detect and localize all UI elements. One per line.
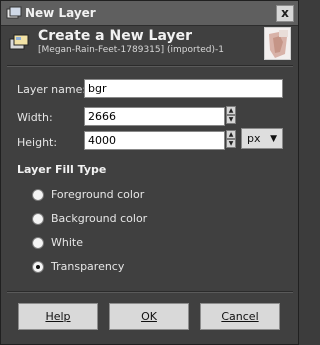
layer-icon xyxy=(6,6,22,19)
thumbnail-graphic xyxy=(265,28,290,59)
chevron-down-icon[interactable]: ▼ xyxy=(226,115,236,124)
chevron-up-icon[interactable]: ▲ xyxy=(226,130,236,139)
dialog-heading: Create a New Layer xyxy=(38,28,192,44)
ok-button[interactable]: OK xyxy=(109,303,189,330)
fill-option-label: Foreground color xyxy=(51,188,145,201)
image-name: [Megan-Rain-Feet-1789315] (imported)-1 xyxy=(38,45,224,55)
new-layer-icon xyxy=(9,34,29,50)
chevron-up-icon[interactable]: ▲ xyxy=(226,106,236,115)
image-thumbnail xyxy=(264,27,291,60)
close-button[interactable]: x xyxy=(276,5,294,22)
fill-option-label: Transparency xyxy=(51,260,125,273)
fill-type-heading: Layer Fill Type xyxy=(17,163,107,176)
help-button[interactable]: Help xyxy=(18,303,98,330)
radio-button[interactable] xyxy=(32,213,44,225)
close-icon: x xyxy=(281,6,289,20)
window-title: New Layer xyxy=(25,6,96,20)
title-bar[interactable]: New Layer x xyxy=(1,1,298,26)
height-input[interactable]: 4000 xyxy=(84,131,225,150)
new-layer-dialog: New Layer x Create a New Layer [Megan-Ra… xyxy=(0,0,299,345)
height-label: Height: xyxy=(17,136,58,149)
fill-option-label: White xyxy=(51,236,83,249)
cancel-button[interactable]: Cancel xyxy=(200,303,280,330)
radio-button-selected[interactable] xyxy=(32,261,44,273)
ok-button-label: OK xyxy=(141,310,157,323)
width-spinner[interactable]: ▲ ▼ xyxy=(226,106,236,125)
dropdown-arrow-icon: ▼ xyxy=(270,134,277,144)
button-separator xyxy=(7,291,293,293)
help-button-label: Help xyxy=(45,310,71,323)
radio-button[interactable] xyxy=(32,189,44,201)
cancel-button-label: Cancel xyxy=(221,310,259,323)
header-separator xyxy=(7,65,293,67)
chevron-down-icon[interactable]: ▼ xyxy=(226,139,236,148)
height-spinner[interactable]: ▲ ▼ xyxy=(226,130,236,149)
fill-option-label: Background color xyxy=(51,212,148,225)
layer-name-input[interactable]: bgr xyxy=(84,79,283,98)
unit-dropdown[interactable]: px ▼ xyxy=(241,128,283,149)
radio-button[interactable] xyxy=(32,237,44,249)
layer-name-label: Layer name: xyxy=(17,83,87,96)
width-label: Width: xyxy=(17,111,53,124)
unit-value: px xyxy=(247,132,261,145)
width-input[interactable]: 2666 xyxy=(84,107,225,126)
